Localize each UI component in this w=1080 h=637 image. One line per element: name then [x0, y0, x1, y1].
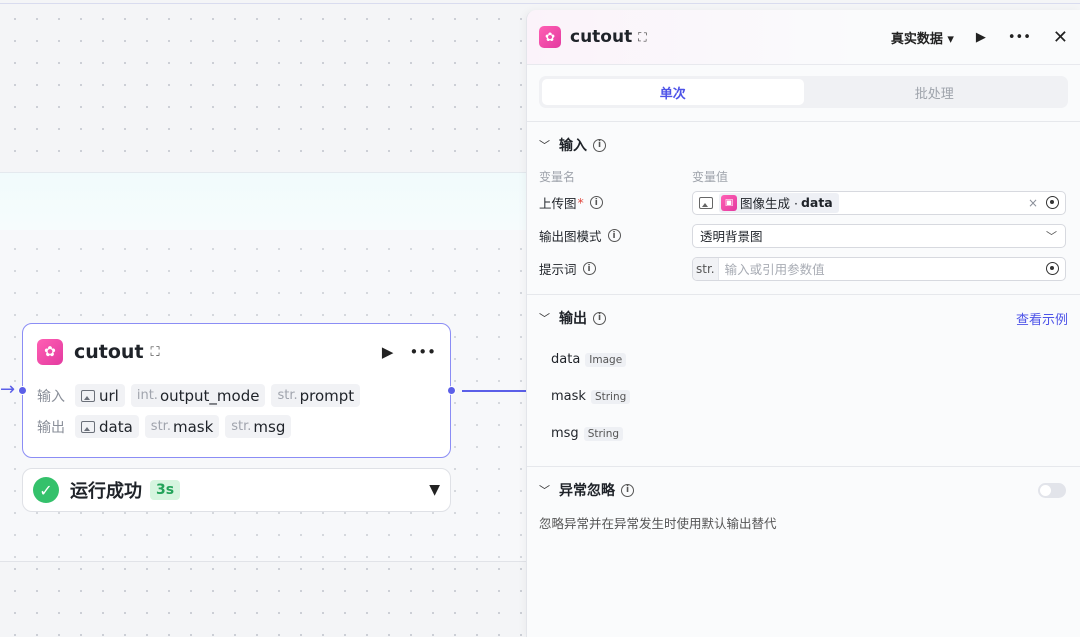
image-type-icon — [81, 389, 95, 402]
chevron-down-icon[interactable]: ﹀ — [539, 482, 559, 498]
success-check-icon: ✓ — [33, 477, 59, 503]
canvas-band — [0, 172, 540, 230]
cutout-app-icon: ✿ — [539, 26, 561, 48]
cutout-node[interactable]: ✿ cutout ⛶ ▶ ••• 输入 url int. output_mode … — [22, 323, 451, 458]
image-type-icon — [699, 196, 713, 209]
tab-single[interactable]: 单次 — [542, 79, 804, 105]
type-prefix: str. — [693, 257, 719, 280]
prompt-placeholder: 输入或引用参数值 — [724, 262, 825, 277]
run-node-icon[interactable]: ▶ — [382, 343, 394, 361]
incoming-edge-arrow-icon: → — [0, 379, 16, 400]
field-prompt: 提示词 i str. 输入或引用参数值 — [527, 252, 1080, 285]
ignore-exception-toggle[interactable] — [1038, 482, 1066, 498]
run-mode-tabs: 单次 批处理 — [539, 76, 1068, 108]
chevron-down-icon[interactable]: ﹀ — [539, 137, 559, 153]
plugin-badge-icon: ⛶ — [638, 29, 647, 44]
node-debug-panel: ✿ cutout ⛶ 真实数据 ▾ ▶ ••• ✕ 单次 批处理 ﹀ 输入 i … — [526, 10, 1080, 637]
info-icon[interactable]: i — [621, 483, 634, 497]
node-inputs-row: 输入 url int. output_mode str. prompt — [23, 380, 450, 411]
node-header: ✿ cutout ⛶ ▶ ••• — [23, 324, 450, 380]
tab-batch[interactable]: 批处理 — [804, 79, 1066, 105]
field-upload-image: 上传图 * i ▣ 图像生成 · data × — [527, 186, 1080, 219]
prompt-input[interactable]: str. 输入或引用参数值 — [692, 256, 1066, 281]
node-title: cutout — [74, 341, 144, 363]
close-icon[interactable]: ✕ — [1053, 27, 1068, 48]
type-badge: String — [590, 389, 631, 404]
clear-icon[interactable]: × — [1028, 196, 1038, 210]
data-mode-dropdown[interactable]: 真实数据 ▾ — [891, 28, 954, 47]
field-label: 输出图模式 — [539, 229, 602, 244]
exception-section-title: 异常忽略 — [559, 483, 615, 499]
inputs-label: 输入 — [37, 388, 65, 405]
info-icon[interactable]: i — [593, 138, 606, 152]
plugin-badge-icon: ⛶ — [150, 344, 160, 360]
required-mark: * — [577, 195, 584, 210]
view-example-link[interactable]: 查看示例 — [1016, 309, 1068, 328]
info-icon[interactable]: i — [589, 196, 603, 209]
reference-target-icon[interactable] — [1046, 196, 1059, 209]
output-item: msg String — [527, 415, 1080, 452]
output-port[interactable] — [447, 386, 456, 395]
more-options-icon[interactable]: ••• — [1008, 30, 1031, 45]
input-chip-prompt: str. prompt — [271, 384, 361, 407]
output-section-title: 输出 — [559, 311, 587, 327]
field-label: 上传图 — [539, 196, 577, 211]
output-chip-data: data — [75, 415, 139, 438]
info-icon[interactable]: i — [582, 262, 596, 275]
duration-badge: 3s — [150, 480, 181, 500]
col-variable-name: 变量名 — [539, 170, 576, 184]
variable-column-headers: 变量名 变量值 — [527, 168, 1080, 186]
exception-section-header[interactable]: ﹀ 异常忽略 i — [527, 467, 1080, 513]
input-section-header[interactable]: ﹀ 输入 i — [527, 122, 1080, 168]
input-chip-url: url — [75, 384, 125, 407]
reference-chip[interactable]: ▣ 图像生成 · data — [719, 192, 839, 213]
output-item: mask String — [527, 378, 1080, 415]
outputs-label: 输出 — [37, 419, 65, 436]
type-badge: Image — [585, 352, 627, 367]
output-chip-mask: str. mask — [144, 415, 220, 438]
panel-header: ✿ cutout ⛶ 真实数据 ▾ ▶ ••• ✕ — [527, 10, 1080, 65]
image-type-icon — [81, 420, 95, 433]
chevron-down-icon[interactable]: ﹀ — [539, 310, 559, 326]
node-outputs-row: 输出 data str. mask str. msg — [23, 411, 450, 442]
cutout-app-icon: ✿ — [37, 339, 63, 365]
input-port[interactable] — [18, 386, 27, 395]
run-icon[interactable]: ▶ — [976, 30, 986, 45]
output-chip-msg: str. msg — [225, 415, 292, 438]
canvas-top-line — [0, 3, 1080, 4]
output-item: data Image — [527, 341, 1080, 378]
run-status-bar[interactable]: ✓ 运行成功 3s ▼ — [22, 468, 451, 512]
panel-title: cutout — [570, 27, 633, 47]
outgoing-edge[interactable] — [462, 390, 532, 392]
reference-target-icon[interactable] — [1046, 262, 1059, 275]
output-section-header[interactable]: ﹀ 输出 i 查看示例 — [527, 295, 1080, 341]
image-gen-app-icon: ▣ — [721, 194, 737, 211]
field-label: 提示词 — [539, 262, 577, 277]
info-icon[interactable]: i — [593, 311, 606, 325]
upload-image-value[interactable]: ▣ 图像生成 · data × — [692, 190, 1066, 215]
input-chip-output-mode: int. output_mode — [130, 384, 266, 407]
input-section-title: 输入 — [559, 138, 587, 154]
info-icon[interactable]: i — [607, 229, 621, 242]
more-options-icon[interactable]: ••• — [409, 343, 436, 361]
exception-description: 忽略异常并在异常发生时使用默认输出替代 — [539, 516, 777, 531]
type-badge: String — [583, 426, 624, 441]
chevron-down-icon: ﹀ — [1046, 229, 1057, 243]
output-mode-select[interactable]: 透明背景图 ﹀ — [692, 223, 1066, 248]
col-variable-value: 变量值 — [692, 170, 729, 184]
field-output-mode: 输出图模式 i 透明背景图 ﹀ — [527, 219, 1080, 252]
status-text: 运行成功 — [70, 481, 142, 502]
chevron-down-icon[interactable]: ▼ — [429, 482, 440, 498]
